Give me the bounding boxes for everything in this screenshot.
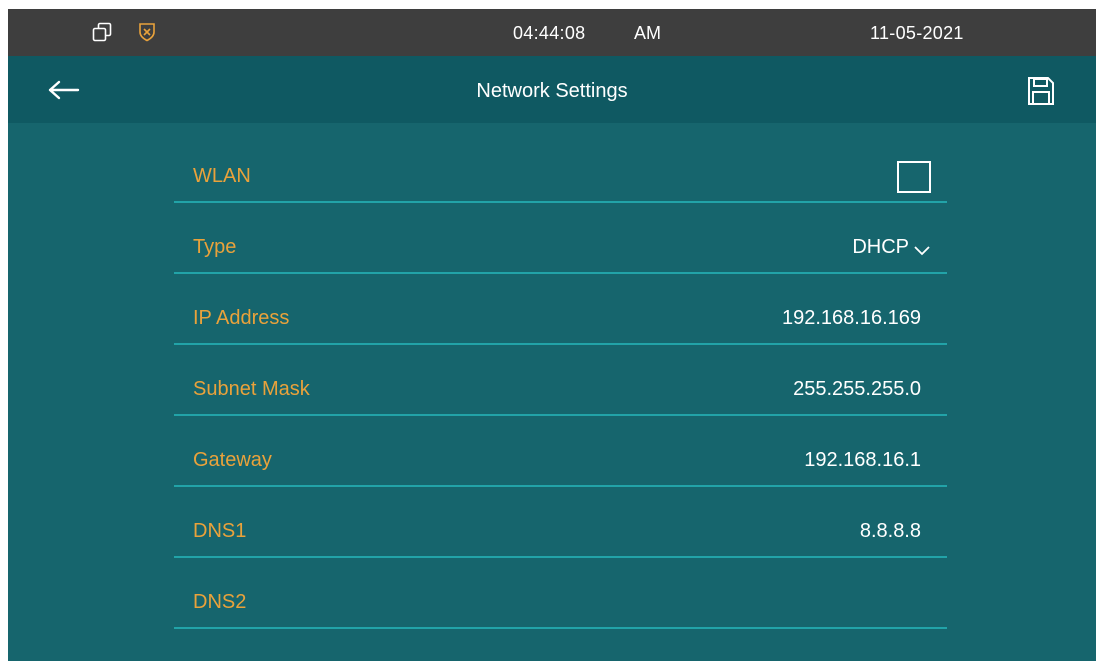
- windows-icon: [92, 22, 112, 47]
- page-title: Network Settings: [476, 80, 628, 102]
- gateway-label: Gateway: [193, 449, 272, 471]
- setting-row-dns1[interactable]: DNS1 8.8.8.8: [174, 487, 947, 558]
- device-screen: 04:44:08 AM 11-05-2021 Network Settings …: [8, 9, 1096, 661]
- dns1-label: DNS1: [193, 520, 247, 542]
- setting-row-type: Type DHCP: [174, 203, 947, 274]
- type-label: Type: [193, 236, 237, 258]
- type-dropdown[interactable]: DHCP: [852, 236, 931, 259]
- status-time: 04:44:08: [513, 23, 586, 43]
- wlan-checkbox[interactable]: [897, 161, 931, 193]
- subnet-mask-field[interactable]: 255.255.255.0: [793, 378, 921, 401]
- status-ampm: AM: [634, 23, 661, 43]
- shield-icon: [138, 22, 156, 47]
- gateway-field[interactable]: 192.168.16.1: [804, 449, 921, 472]
- setting-row-dns2[interactable]: DNS2: [174, 558, 947, 629]
- wlan-label: WLAN: [193, 165, 251, 187]
- chevron-down-icon: [914, 245, 930, 255]
- setting-row-subnet-mask[interactable]: Subnet Mask 255.255.255.0: [174, 345, 947, 416]
- status-date: 11-05-2021: [870, 23, 964, 43]
- type-value: DHCP: [852, 236, 909, 258]
- subnet-mask-label: Subnet Mask: [193, 378, 310, 400]
- setting-row-wlan: WLAN: [174, 123, 947, 203]
- dns2-label: DNS2: [193, 591, 247, 613]
- settings-list: WLAN Type DHCP IP Address 192.168.16.169…: [174, 123, 947, 629]
- ip-address-field[interactable]: 192.168.16.169: [782, 307, 921, 330]
- ip-address-label: IP Address: [193, 307, 290, 329]
- dns1-field[interactable]: 8.8.8.8: [860, 520, 921, 543]
- title-bar: Network Settings: [8, 56, 1096, 123]
- status-bar: 04:44:08 AM 11-05-2021: [8, 9, 1096, 56]
- setting-row-ip-address[interactable]: IP Address 192.168.16.169: [174, 274, 947, 345]
- save-button[interactable]: [1026, 75, 1056, 107]
- save-icon: [1028, 77, 1054, 105]
- setting-row-gateway[interactable]: Gateway 192.168.16.1: [174, 416, 947, 487]
